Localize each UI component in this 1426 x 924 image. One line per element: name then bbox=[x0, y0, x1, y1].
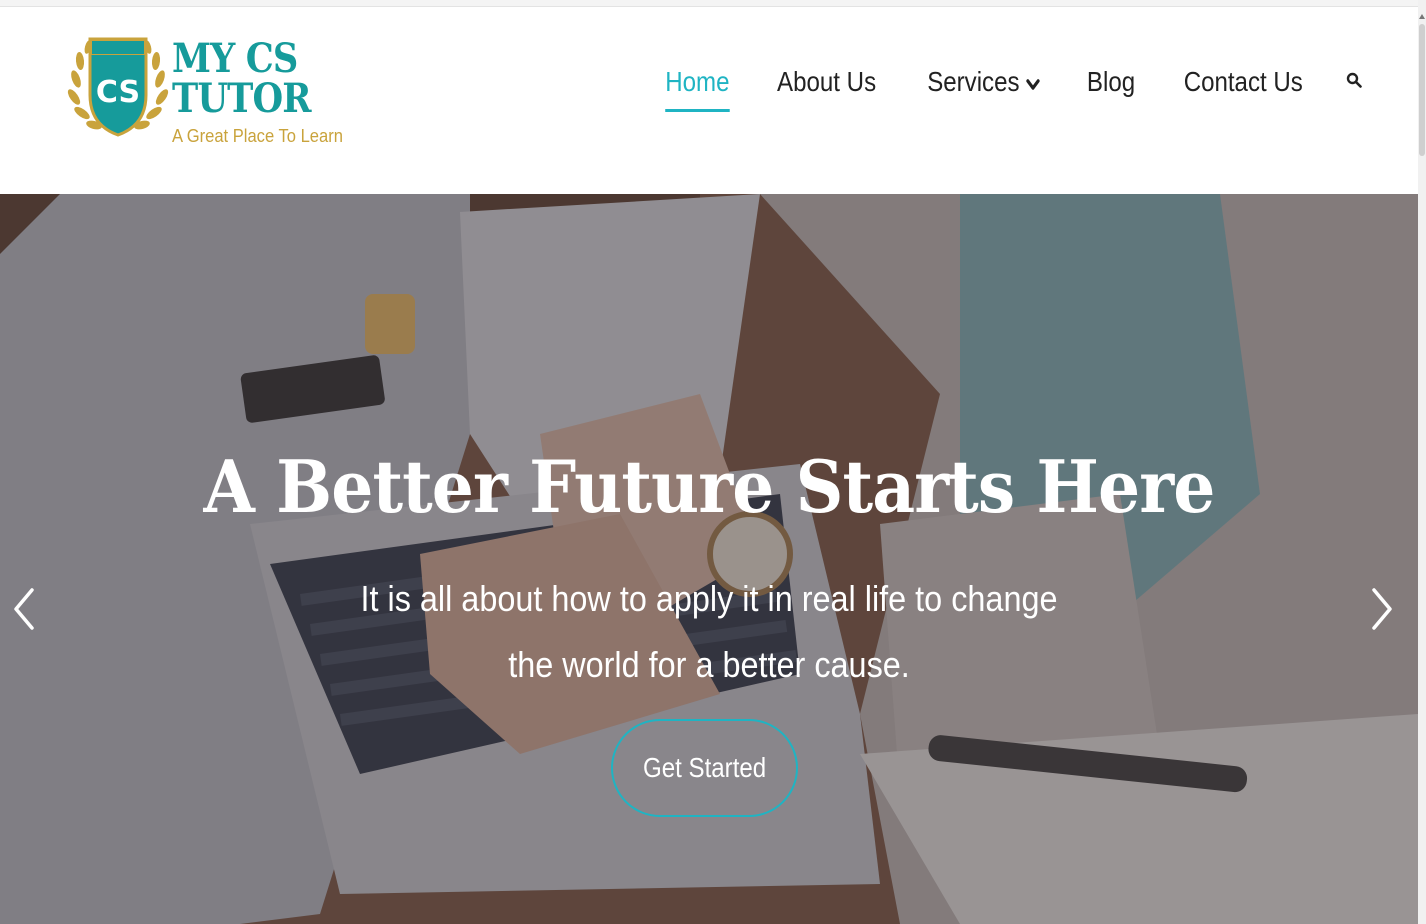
nav-item-contact-us[interactable]: Contact Us bbox=[1183, 62, 1302, 102]
nav-item-about-us-label: About Us bbox=[776, 66, 877, 97]
slider-prev-arrow[interactable] bbox=[10, 586, 36, 637]
logo-tagline: A Great Place To Learn bbox=[172, 126, 343, 146]
logo-title-line-1: MY CS bbox=[172, 35, 298, 82]
logo-title-line-2: TUTOR bbox=[172, 75, 311, 122]
get-started-button[interactable]: Get Started bbox=[611, 719, 798, 817]
chevron-right-icon bbox=[1372, 588, 1392, 630]
nav-item-services-label: Services bbox=[927, 66, 1020, 97]
logo-badge-icon: CS bbox=[67, 37, 169, 137]
nav-item-blog-label: Blog bbox=[1087, 66, 1136, 97]
search-icon[interactable] bbox=[1346, 72, 1362, 93]
main-navigation: Home About Us Services Blog Contact Us bbox=[626, 62, 1362, 112]
hero-subtitle: It is all about how to apply it in real … bbox=[360, 578, 1058, 685]
nav-item-contact-us-label: Contact Us bbox=[1183, 66, 1303, 97]
chevron-down-icon bbox=[1026, 66, 1041, 98]
get-started-label: Get Started bbox=[642, 752, 767, 783]
nav-item-services[interactable]: Services bbox=[927, 62, 1041, 102]
nav-item-home-label: Home bbox=[665, 66, 730, 97]
slider-next-arrow[interactable] bbox=[1370, 586, 1396, 637]
hero-slider: A Better Future Starts Here It is all ab… bbox=[0, 194, 1418, 924]
logo-badge-text: CS bbox=[96, 75, 140, 110]
chevron-left-icon bbox=[14, 588, 34, 630]
nav-item-blog[interactable]: Blog bbox=[1087, 62, 1135, 102]
scroll-up-icon[interactable] bbox=[1419, 14, 1425, 19]
site-header: CS MY CS TUTOR A Great Place To Learn Ho… bbox=[0, 7, 1418, 194]
browser-top-edge bbox=[0, 0, 1418, 7]
page-scrollbar[interactable] bbox=[1418, 0, 1426, 924]
hero-title: A Better Future Starts Here bbox=[203, 444, 1216, 529]
nav-item-about-us[interactable]: About Us bbox=[777, 62, 876, 102]
site-logo[interactable]: CS MY CS TUTOR A Great Place To Learn bbox=[66, 25, 356, 155]
scrollbar-thumb[interactable] bbox=[1419, 24, 1425, 156]
nav-item-home[interactable]: Home bbox=[665, 62, 730, 112]
